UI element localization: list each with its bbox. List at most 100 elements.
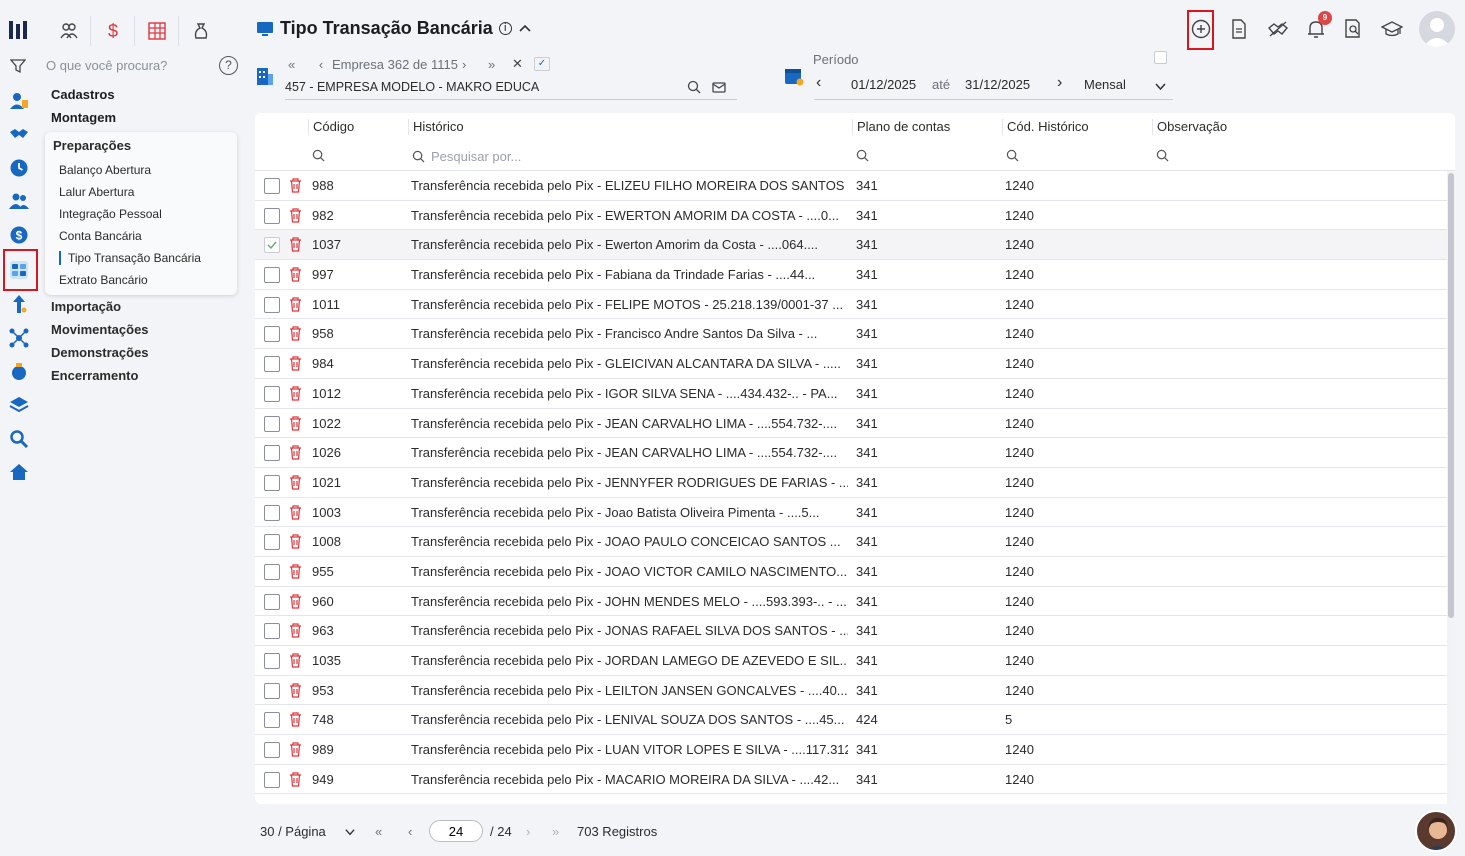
- period-start[interactable]: 01/12/2025: [851, 77, 916, 92]
- trash-icon[interactable]: [289, 712, 302, 727]
- row-checkbox[interactable]: [264, 623, 280, 640]
- table-row[interactable]: 1026 Transferência recebida pelo Pix - JE…: [255, 438, 1447, 468]
- last-empresa-icon[interactable]: »: [488, 57, 512, 72]
- row-checkbox[interactable]: [264, 534, 280, 551]
- filter-plano[interactable]: [856, 149, 869, 162]
- report-search-button[interactable]: [1340, 14, 1366, 44]
- trash-icon[interactable]: [289, 356, 302, 371]
- clock-icon[interactable]: [8, 157, 30, 179]
- trash-icon[interactable]: [289, 386, 302, 401]
- trash-icon[interactable]: [289, 208, 302, 223]
- money-tool[interactable]: [179, 16, 223, 46]
- row-checkbox[interactable]: [264, 385, 280, 402]
- trash-icon[interactable]: [289, 267, 302, 282]
- submenu-item-lalur[interactable]: Lalur Abertura: [59, 185, 134, 199]
- close-icon[interactable]: ✕: [512, 56, 534, 72]
- table-row[interactable]: 1008 Transferência recebida pelo Pix - JO…: [255, 527, 1447, 557]
- trash-icon[interactable]: [289, 683, 302, 698]
- table-row[interactable]: 989 Transferência recebida pelo Pix - LUA…: [255, 735, 1447, 765]
- money-bag-icon[interactable]: [8, 360, 30, 382]
- trash-icon[interactable]: [289, 178, 302, 193]
- table-row[interactable]: 955 Transferência recebida pelo Pix - JOA…: [255, 557, 1447, 587]
- table-row[interactable]: 949 Transferência recebida pelo Pix - MAC…: [255, 765, 1447, 795]
- people-tool[interactable]: [47, 16, 91, 46]
- table-row[interactable]: 997 Transferência recebida pelo Pix - Fab…: [255, 260, 1447, 290]
- table-row[interactable]: 748 Transferência recebida pelo Pix - LEN…: [255, 705, 1447, 736]
- user-avatar[interactable]: [1419, 11, 1455, 47]
- table-row[interactable]: 1003 Transferência recebida pelo Pix - Jo…: [255, 498, 1447, 528]
- submenu-item-integracao[interactable]: Integração Pessoal: [59, 207, 162, 221]
- per-page-select[interactable]: 30 / Página: [260, 824, 326, 839]
- trash-icon[interactable]: [289, 475, 302, 490]
- prev-page-icon[interactable]: ‹: [408, 824, 412, 839]
- table-row[interactable]: 1022 Transferência recebida pelo Pix - JE…: [255, 409, 1447, 439]
- first-empresa-icon[interactable]: «: [288, 57, 310, 72]
- prev-period-icon[interactable]: ‹: [816, 74, 821, 92]
- table-row[interactable]: 1035 Transferência recebida pelo Pix - JO…: [255, 646, 1447, 676]
- empresa-field[interactable]: 457 - EMPRESA MODELO - MAKRO EDUCA: [285, 78, 737, 100]
- row-checkbox[interactable]: [264, 682, 280, 699]
- period-mode[interactable]: Mensal: [1084, 77, 1126, 92]
- row-checkbox[interactable]: [264, 415, 280, 432]
- trash-icon[interactable]: [289, 534, 302, 549]
- menu-importacao[interactable]: Importação: [51, 300, 149, 323]
- col-plano[interactable]: Plano de contas: [852, 119, 950, 135]
- row-checkbox[interactable]: [264, 474, 280, 491]
- periodo-field[interactable]: ‹ 01/12/2025 até 31/12/2025 › Mensal: [814, 74, 1173, 100]
- table-row[interactable]: 1021 Transferência recebida pelo Pix - JE…: [255, 468, 1447, 498]
- filter-cod-historico[interactable]: [1006, 149, 1019, 162]
- menu-demonstracoes[interactable]: Demonstrações: [51, 346, 149, 369]
- table-row[interactable]: 960 Transferência recebida pelo Pix - JOH…: [255, 587, 1447, 617]
- row-checkbox[interactable]: [264, 267, 280, 284]
- table-row[interactable]: 984 Transferência recebida pelo Pix - GLE…: [255, 349, 1447, 379]
- filter-observacao[interactable]: [1156, 149, 1169, 162]
- row-checkbox[interactable]: [264, 742, 280, 759]
- row-checkbox[interactable]: [264, 653, 280, 669]
- row-checkbox[interactable]: [264, 207, 280, 224]
- row-checkbox[interactable]: [264, 771, 280, 788]
- table-row[interactable]: 963 Transferência recebida pelo Pix - JON…: [255, 616, 1447, 646]
- trash-icon[interactable]: [289, 564, 302, 579]
- filter-historico[interactable]: Pesquisar por...: [412, 149, 521, 164]
- trash-icon[interactable]: [289, 237, 302, 252]
- table-row[interactable]: 1011 Transferência recebida pelo Pix - FE…: [255, 290, 1447, 320]
- help-icon[interactable]: ?: [219, 56, 238, 75]
- next-period-icon[interactable]: ›: [1057, 74, 1062, 92]
- handshake-icon[interactable]: [8, 123, 30, 145]
- add-button[interactable]: [1188, 14, 1214, 44]
- trash-icon[interactable]: [289, 326, 302, 342]
- check-icon[interactable]: ✓: [534, 57, 550, 71]
- home-icon[interactable]: [8, 461, 30, 483]
- mail-icon[interactable]: [712, 80, 726, 94]
- first-page-icon[interactable]: «: [375, 824, 382, 839]
- trash-icon[interactable]: [289, 742, 302, 757]
- table-row[interactable]: 1012 Transferência recebida pelo Pix - IG…: [255, 379, 1447, 409]
- trash-icon[interactable]: [289, 623, 302, 638]
- table-row[interactable]: 958 Transferência recebida pelo Pix - Fra…: [255, 319, 1447, 350]
- prev-empresa-icon[interactable]: ‹: [310, 57, 332, 72]
- dollar-circle-icon[interactable]: $: [8, 224, 30, 246]
- chevron-down-icon[interactable]: [344, 826, 356, 838]
- search-icon[interactable]: [687, 80, 701, 94]
- trash-icon[interactable]: [289, 653, 302, 668]
- education-button[interactable]: [1379, 14, 1405, 44]
- document-button[interactable]: [1226, 14, 1252, 44]
- periodo-checkbox[interactable]: [1154, 51, 1167, 64]
- period-end[interactable]: 31/12/2025: [965, 77, 1030, 92]
- table-row[interactable]: 982 Transferência recebida pelo Pix - EWE…: [255, 201, 1447, 231]
- trash-icon[interactable]: [289, 415, 302, 431]
- submenu-title[interactable]: Preparações: [53, 138, 131, 153]
- submenu-item-tipo-transacao[interactable]: Tipo Transação Bancária: [59, 251, 201, 265]
- row-checkbox[interactable]: [264, 356, 280, 373]
- upload-arrow-icon[interactable]: [8, 293, 30, 315]
- row-checkbox[interactable]: [264, 504, 280, 521]
- menu-movimentacoes[interactable]: Movimentações: [51, 323, 149, 346]
- table-row[interactable]: 1037 Transferência recebida pelo Pix - Ew…: [255, 230, 1447, 261]
- trash-icon[interactable]: [289, 772, 302, 787]
- row-checkbox[interactable]: [264, 445, 280, 462]
- finance-tool[interactable]: $: [91, 16, 135, 46]
- row-checkbox[interactable]: [264, 593, 280, 610]
- filter-icon[interactable]: [10, 58, 26, 74]
- users-icon[interactable]: [8, 190, 30, 212]
- page-input[interactable]: [429, 820, 483, 842]
